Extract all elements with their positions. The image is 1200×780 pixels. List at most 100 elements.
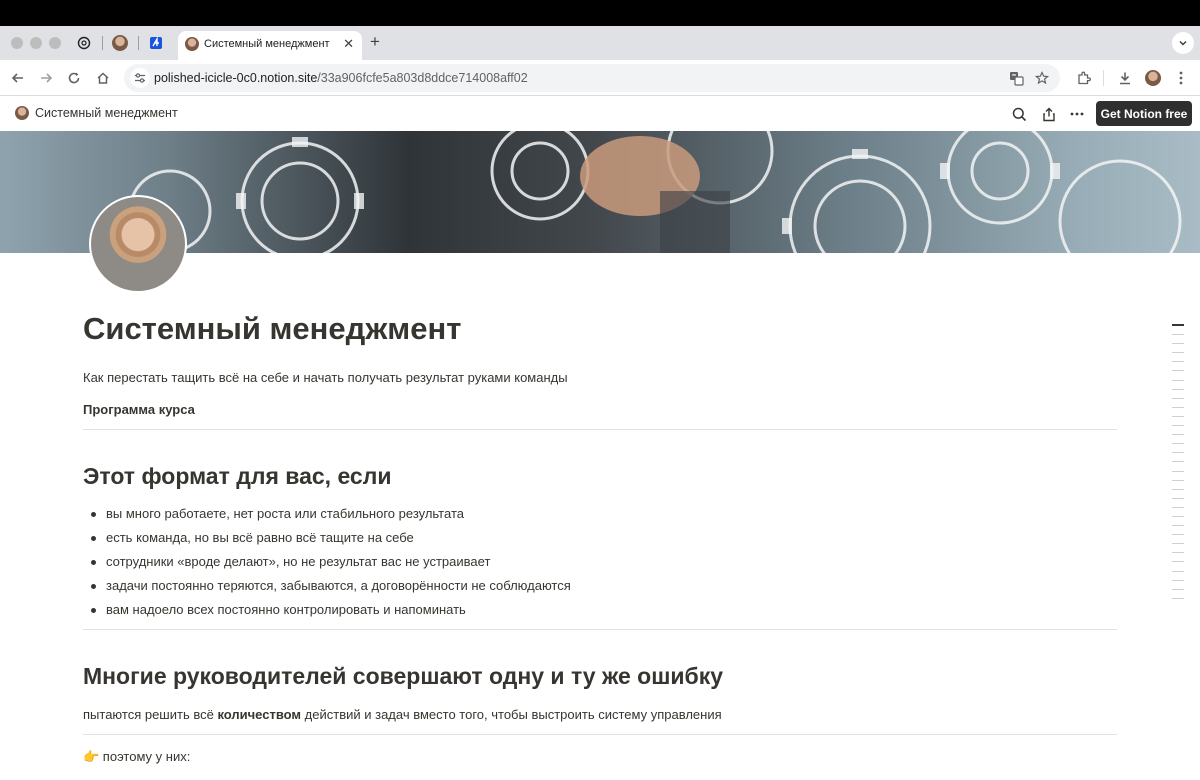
new-tab-button[interactable]: + [370,33,380,51]
divider [83,429,1117,430]
tab-favicon-icon [185,37,199,51]
list-item: вам надоело всех постоянно контролироват… [83,600,571,624]
tune-icon [135,73,145,83]
arrow-left-icon [11,73,23,83]
site-info-button[interactable] [130,68,150,88]
star-icon [1035,71,1049,85]
kebab-menu-icon [1179,71,1183,85]
chevron-down-icon [1179,40,1187,46]
reload-button[interactable] [64,68,84,88]
toc-tick[interactable] [1172,343,1184,345]
tab-app[interactable] [147,34,165,52]
downloads-button[interactable] [1115,68,1135,88]
toc-tick[interactable] [1172,361,1184,363]
table-of-contents-ticks[interactable] [1172,324,1184,607]
toc-tick[interactable] [1172,579,1184,581]
toc-tick[interactable] [1172,452,1184,454]
home-button[interactable] [93,68,113,88]
extensions-button[interactable] [1073,68,1093,88]
toc-tick[interactable] [1172,397,1184,399]
notion-topbar: Системный менеджмент Get Notion free [0,96,1200,131]
breadcrumb-page-icon [15,106,29,120]
toc-tick[interactable] [1172,488,1184,490]
window-close-button[interactable] [11,37,23,49]
browser-toolbar: polished-icicle-0c0.notion.site/33a906fc… [0,60,1200,96]
window-zoom-button[interactable] [49,37,61,49]
toc-tick[interactable] [1172,324,1184,326]
section-heading-audience: Этот формат для вас, если [83,463,392,489]
url-text[interactable]: polished-icicle-0c0.notion.site/33a906fc… [154,71,528,85]
toc-tick[interactable] [1172,515,1184,517]
toc-tick[interactable] [1172,570,1184,572]
toc-tick[interactable] [1172,479,1184,481]
toc-tick[interactable] [1172,597,1184,599]
url-path: /33a906fcfe5a803d8ddce714008aff02 [317,71,528,85]
toc-tick[interactable] [1172,470,1184,472]
toc-tick[interactable] [1172,406,1184,408]
browser-menu-button[interactable] [1171,68,1191,88]
translate-icon [1009,71,1024,86]
more-button[interactable] [1067,104,1087,124]
paragraph-text: поэтому у них: [99,749,191,764]
reload-icon [68,72,80,84]
toc-tick[interactable] [1172,461,1184,463]
profile-favicon-icon [112,35,128,51]
page-title: Системный менеджмент [83,311,462,346]
toc-tick[interactable] [1172,561,1184,563]
profile-avatar [1145,70,1161,86]
list-item: вы много работаете, нет роста или стабил… [83,504,571,528]
url-host: polished-icicle-0c0.notion.site [154,71,318,85]
arrow-right-icon [41,73,53,83]
tab-search-button[interactable] [1172,32,1194,54]
toc-tick[interactable] [1172,443,1184,445]
app-favicon-icon [150,36,162,49]
toc-tick[interactable] [1172,415,1184,417]
tab-close-icon[interactable]: ✕ [343,37,354,51]
bookmark-button[interactable] [1032,68,1052,88]
page-subtitle: Как перестать тащить всё на себе и начат… [83,370,568,385]
list-item: есть команда, но вы всё равно всё тащите… [83,528,571,552]
translate-button[interactable] [1006,68,1026,88]
toc-tick[interactable] [1172,370,1184,372]
toc-tick[interactable] [1172,506,1184,508]
paragraph-bold-text: количеством [217,707,302,722]
toc-tick[interactable] [1172,379,1184,381]
audience-list: вы много работаете, нет роста или стабил… [83,504,571,624]
share-icon [1043,107,1055,121]
profile-button[interactable] [1143,68,1163,88]
tab-separator [102,36,103,50]
toc-tick[interactable] [1172,388,1184,390]
divider [83,629,1117,630]
toc-tick[interactable] [1172,434,1184,436]
paragraph-text: действий и задач вместо того, чтобы выст… [301,707,722,722]
toc-tick[interactable] [1172,352,1184,354]
back-button[interactable] [8,68,28,88]
paragraph-text: пытаются решить всё [83,707,218,722]
window-minimize-button[interactable] [30,37,42,49]
tab-chatgpt[interactable] [75,34,93,52]
active-tab[interactable]: Системный менеджмент ✕ [178,31,362,60]
page-icon-photo [89,195,187,293]
home-icon [97,72,109,84]
toc-tick[interactable] [1172,552,1184,554]
tab-title: Системный менеджмент [204,38,330,50]
tab-profile[interactable] [111,34,129,52]
address-bar[interactable]: polished-icicle-0c0.notion.site/33a906fc… [124,64,1060,92]
toc-tick[interactable] [1172,588,1184,590]
tab-separator [138,36,139,50]
download-icon [1120,72,1130,85]
search-button[interactable] [1009,104,1029,124]
tab-strip: Системный менеджмент ✕ + [0,26,1200,60]
breadcrumb[interactable]: Системный менеджмент [35,106,178,120]
toc-tick[interactable] [1172,525,1184,527]
forward-button[interactable] [36,68,56,88]
toc-tick[interactable] [1172,534,1184,536]
toc-tick[interactable] [1172,425,1184,427]
toc-tick[interactable] [1172,334,1184,336]
toc-tick[interactable] [1172,497,1184,499]
share-button[interactable] [1039,104,1059,124]
get-notion-free-button[interactable]: Get Notion free [1096,101,1192,126]
list-item: задачи постоянно теряются, забываются, а… [83,576,571,600]
openai-icon [77,36,91,50]
toc-tick[interactable] [1172,543,1184,545]
